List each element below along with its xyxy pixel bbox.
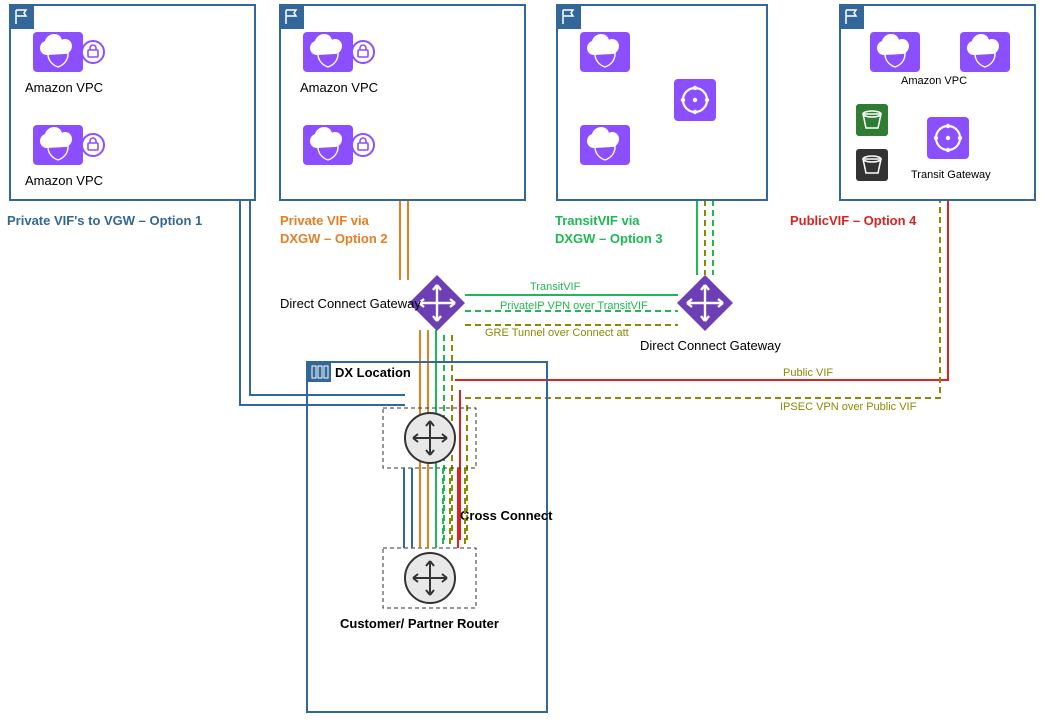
lock-icon (82, 41, 104, 63)
vpc-icon (580, 32, 630, 72)
option-3-label-1: TransitVIF via (555, 213, 640, 228)
transit-gateway-icon (674, 79, 716, 121)
vpc-icon (303, 125, 353, 165)
ipsec-label: IPSEC VPN over Public VIF (780, 401, 917, 413)
customer-router-label: Customer/ Partner Router (340, 616, 499, 631)
vpc-icon (960, 32, 1010, 72)
privateip-vpn-label: PrivateIP VPN over TransitVIF (500, 300, 648, 312)
region-2: Amazon VPC (280, 5, 525, 200)
vpc-icon (33, 125, 83, 165)
option-1-label: Private VIF's to VGW – Option 1 (7, 213, 202, 228)
s3-black-icon (856, 149, 888, 181)
cross-connect-label: Cross Connect (460, 508, 553, 523)
tgw-label: Transit Gateway (911, 169, 991, 181)
region-1: Amazon VPC Amazon VPC (10, 5, 255, 200)
public-vif-label: Public VIF (783, 367, 833, 379)
lock-icon (82, 134, 104, 156)
lock-icon (352, 41, 374, 63)
region-3 (557, 5, 767, 200)
router-icon (405, 413, 455, 463)
flag-icon (280, 5, 304, 29)
region-4: Amazon VPC Transit Gateway (840, 5, 1035, 200)
dxgw-label: Direct Connect Gateway (640, 338, 781, 353)
dx-location-label: DX Location (335, 365, 411, 380)
vpc-icon (580, 125, 630, 165)
vpc-label: Amazon VPC (300, 80, 378, 95)
vpc-label: Amazon VPC (25, 173, 103, 188)
lock-icon (352, 134, 374, 156)
option-3-label-2: DXGW – Option 3 (555, 231, 663, 246)
dxgw-label: Direct Connect Gateway (280, 296, 421, 311)
s3-green-icon (856, 104, 888, 136)
vpc-icon (303, 32, 353, 72)
option-2-label-2: DXGW – Option 2 (280, 231, 388, 246)
option-2-label-1: Private VIF via (280, 213, 370, 228)
vpc-label: Amazon VPC (901, 75, 967, 87)
diagram: Amazon VPC Amazon VPC Private VIF's to V… (0, 0, 1042, 718)
option-4-label: PublicVIF – Option 4 (790, 213, 917, 228)
vpc-icon (33, 32, 83, 72)
vpc-icon (870, 32, 920, 72)
vpc-label: Amazon VPC (25, 80, 103, 95)
gre-label: GRE Tunnel over Connect att (485, 327, 629, 339)
dx-location: DX Location Cross Connect Customer/ Part… (307, 362, 553, 712)
dxgw-icon (677, 275, 733, 331)
router-icon (405, 553, 455, 603)
transit-gateway-icon (927, 117, 969, 159)
flag-icon (840, 5, 864, 29)
transitvif-label: TransitVIF (530, 281, 581, 293)
flag-icon (10, 5, 34, 29)
flag-icon (557, 5, 581, 29)
